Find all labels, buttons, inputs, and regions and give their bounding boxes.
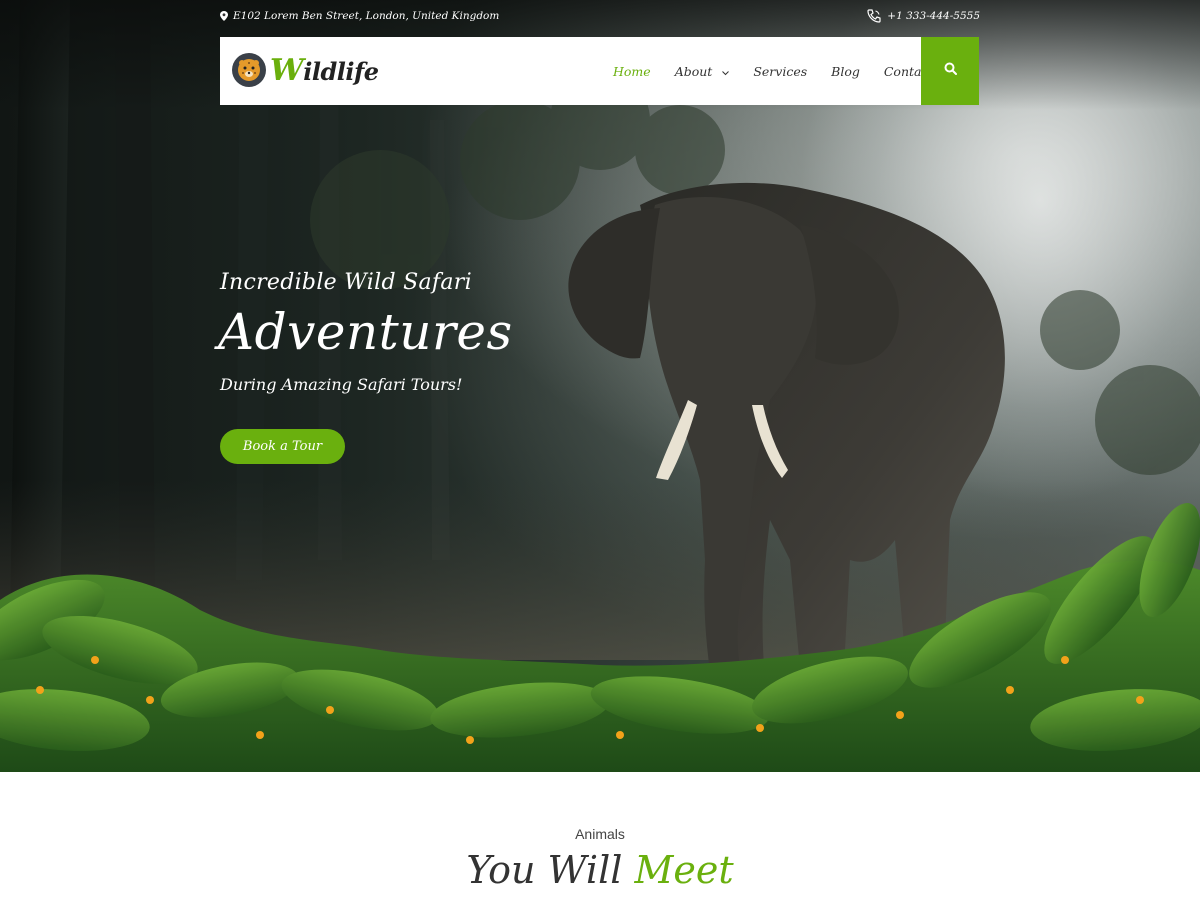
nav-item-label: Home [613, 63, 651, 79]
jungle-foliage-image [0, 503, 1200, 772]
nav-item-label: Services [753, 63, 808, 79]
address-text: E102 Lorem Ben Street, London, United Ki… [233, 10, 500, 22]
nav-item-label: Blog [831, 63, 860, 79]
hero-title: Adventures [218, 303, 513, 361]
chevron-down-icon [722, 64, 730, 79]
nav-item-label: About [674, 63, 713, 79]
nav-menu: Home About Services Blog Contact [613, 37, 958, 105]
logo-initial: W [270, 52, 304, 88]
nav-item-about[interactable]: About [675, 64, 730, 79]
logo-text: Wildlife [270, 53, 379, 88]
phone-icon [866, 8, 882, 24]
section-title-highlight: Meet [634, 848, 734, 892]
main-navbar: Wildlife Home About Services Blog Contac… [220, 37, 979, 105]
nav-item-home[interactable]: Home [613, 64, 651, 79]
section-title-part1: You Will [466, 848, 623, 892]
hero-banner [0, 0, 1200, 772]
search-icon [944, 62, 957, 80]
book-tour-button[interactable]: Book a Tour [220, 429, 345, 464]
logo-text-rest: ildlife [303, 56, 379, 86]
nav-item-blog[interactable]: Blog [831, 64, 860, 79]
top-info-bar: E102 Lorem Ben Street, London, United Ki… [220, 0, 980, 32]
address-info: E102 Lorem Ben Street, London, United Ki… [220, 10, 499, 22]
section-label: Animals [575, 826, 625, 842]
search-button[interactable] [921, 37, 979, 105]
leopard-icon [232, 53, 266, 87]
nav-item-services[interactable]: Services [753, 64, 807, 79]
phone-text: +1 333-444-5555 [887, 10, 980, 22]
phone-info[interactable]: +1 333-444-5555 [866, 8, 980, 24]
site-logo[interactable]: Wildlife [232, 49, 379, 91]
hero-tagline: During Amazing Safari Tours! [220, 375, 463, 394]
hero-subtitle: Incredible Wild Safari [220, 270, 472, 295]
section-title: You Will Meet [0, 848, 1200, 892]
map-pin-icon [220, 11, 228, 21]
